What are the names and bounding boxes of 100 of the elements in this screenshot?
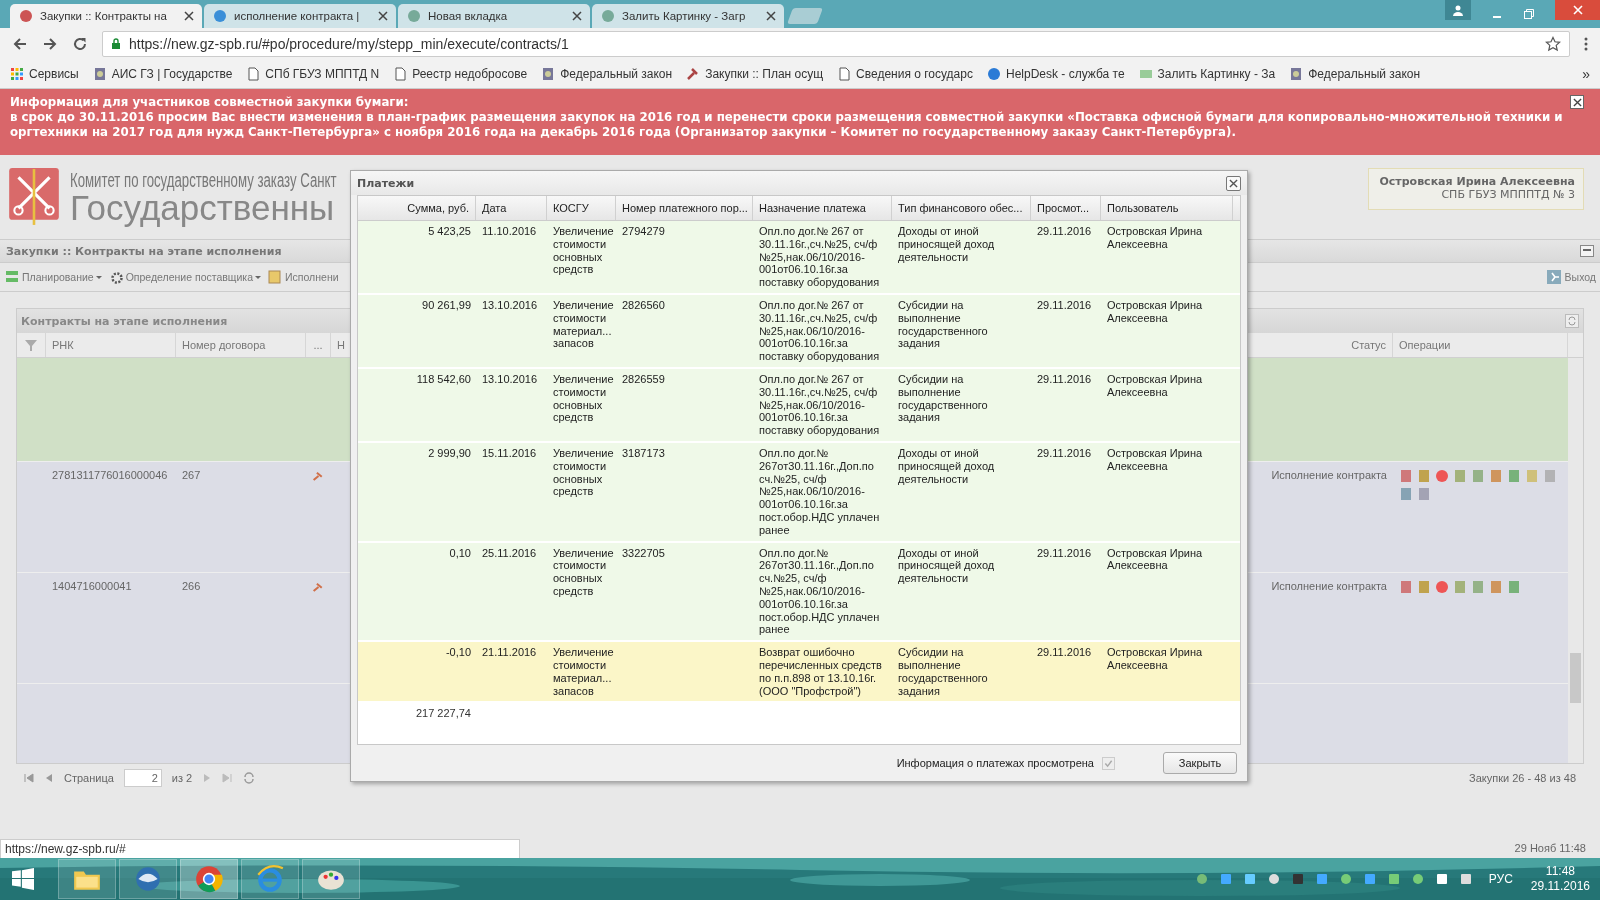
column-header[interactable]: Операции (1393, 333, 1568, 357)
address-field[interactable]: https://new.gz-spb.ru/#po/procedure/my/stepp_min/execute/contracts/1 (102, 31, 1570, 57)
app-logo-icon (194, 864, 224, 894)
circle-icon[interactable] (1435, 580, 1449, 594)
browser-tab[interactable]: Закупки :: Контракты на (10, 4, 202, 28)
profile-button[interactable] (1445, 0, 1471, 20)
column-header[interactable]: Статус (1271, 333, 1393, 357)
column-header[interactable]: Пользователь (1101, 196, 1233, 220)
input-language[interactable]: РУС (1488, 872, 1513, 886)
tray-icon[interactable] (1458, 872, 1473, 886)
bookmark[interactable]: АИС ГЗ | Государстве (92, 67, 233, 81)
browser-tab[interactable]: исполнение контракта | (204, 4, 396, 28)
refresh-icon[interactable] (242, 771, 257, 785)
document-icon[interactable] (1399, 469, 1413, 483)
close-button[interactable]: Закрыть (1163, 752, 1237, 774)
round-browser-icon[interactable] (180, 859, 238, 899)
table-row[interactable] (358, 542, 1240, 643)
tray-icon[interactable] (1386, 872, 1401, 886)
menu-item[interactable]: Исполнени (267, 269, 339, 285)
menu-item[interactable]: Определение поставщика (107, 269, 262, 285)
close-button[interactable] (1226, 175, 1241, 191)
reload-icon[interactable] (72, 36, 88, 52)
table-cell-text: 11.10.2016 (482, 225, 537, 239)
table-cell-text: Островская Ирина Алексеевна (1107, 446, 1204, 474)
table-row[interactable] (358, 221, 1240, 295)
table-row[interactable] (358, 642, 1240, 704)
table-cell-text: 25.11.2016 (482, 546, 537, 561)
close-window-button[interactable] (1555, 0, 1600, 20)
star-icon[interactable] (1545, 36, 1561, 52)
menu-icon[interactable] (1584, 36, 1588, 52)
bookmark[interactable]: Федеральный закон (1289, 67, 1421, 81)
close-icon (1571, 4, 1584, 16)
bookmark[interactable]: Закупки :: План осущ (686, 67, 824, 81)
user-organization: СПБ ГБУЗ МПППТД № 3 (1441, 188, 1575, 201)
more-bookmarks-button[interactable]: » (1582, 66, 1590, 82)
previous-page-icon[interactable] (44, 773, 54, 783)
bookmark[interactable]: Сервисы (10, 67, 79, 81)
column-header[interactable]: Сумма, руб. (358, 196, 476, 220)
page-number-field[interactable]: 2 (123, 769, 162, 787)
back-icon[interactable] (12, 36, 28, 52)
forward-icon[interactable] (42, 36, 58, 52)
bookmark[interactable]: Федеральный закон (541, 67, 673, 81)
close-icon[interactable] (378, 11, 388, 21)
restore-icon[interactable] (1523, 8, 1535, 20)
windows-start-icon[interactable] (12, 868, 34, 890)
bookmark[interactable]: Сведения о государс (837, 67, 973, 81)
circle-icon[interactable] (1435, 469, 1449, 483)
tray-icon[interactable] (1290, 872, 1305, 886)
scrollbar[interactable] (1568, 358, 1583, 763)
tray-icon[interactable] (1194, 872, 1209, 886)
column-header[interactable]: Номер договора (176, 333, 306, 357)
tray-icon[interactable] (1338, 872, 1353, 886)
browser-tab[interactable]: Новая вкладка (398, 4, 590, 28)
bookmark[interactable]: Залить Картинку - За (1138, 67, 1276, 81)
bookmark[interactable]: Реестр недобросове (393, 67, 528, 81)
column-header[interactable]: Тип финансового обес... (892, 196, 1031, 220)
table-row[interactable] (358, 442, 1240, 543)
page-count: из 2 (171, 772, 193, 784)
bird-globe-icon[interactable] (119, 859, 177, 899)
column-header[interactable]: Назначение платежа (753, 196, 892, 220)
table-cell-text: Островская Ирина Алексеевна (1107, 646, 1204, 673)
column-header[interactable]: РНК (46, 333, 176, 357)
close-icon[interactable] (184, 11, 194, 21)
table-row[interactable] (358, 295, 1240, 369)
column-header[interactable]: Номер платежного пор... (616, 196, 753, 220)
new-tab-button[interactable] (787, 8, 823, 24)
column-header[interactable]: Дата (476, 196, 547, 220)
page-icon[interactable] (1543, 469, 1557, 483)
column-header[interactable]: КОСГУ (547, 196, 616, 220)
tray-icon[interactable] (1410, 872, 1425, 886)
close-button[interactable] (1570, 95, 1584, 109)
tray-icon[interactable] (1362, 872, 1377, 886)
collapse-icon[interactable] (1580, 245, 1594, 257)
table-row[interactable] (358, 368, 1240, 443)
folder-icon[interactable] (58, 859, 116, 899)
palette-icon[interactable] (302, 859, 360, 899)
close-icon[interactable] (572, 11, 582, 21)
table-cell-text: 29.11.2016 (1037, 299, 1092, 313)
clock[interactable]: 11:48 29.11.2016 (1530, 864, 1590, 894)
refresh-icon[interactable] (1565, 314, 1579, 328)
letter-e-browser-icon[interactable] (241, 859, 299, 899)
bookmark[interactable]: HelpDesk - служба те (986, 67, 1125, 81)
last-page-icon[interactable] (222, 773, 233, 783)
document-icon[interactable] (1399, 580, 1413, 594)
logout-button[interactable]: Выход (1545, 269, 1596, 285)
bookmark[interactable]: СПб ГБУЗ МППТД N (246, 67, 380, 81)
tab-favicon-icon (600, 8, 616, 24)
column-header[interactable]: Просмот... (1031, 196, 1101, 220)
filter-icon[interactable] (24, 338, 38, 352)
tray-icon[interactable] (1218, 872, 1233, 886)
tray-icon[interactable] (1242, 872, 1257, 886)
viewed-checkbox[interactable] (1102, 756, 1115, 770)
close-icon[interactable] (766, 11, 776, 21)
tray-icon[interactable] (1434, 872, 1449, 886)
tray-icon[interactable] (1314, 872, 1329, 886)
menu-item[interactable]: Планирование (4, 269, 102, 285)
browser-tab[interactable]: Залить Картинку - Загр (592, 4, 784, 28)
tray-icon[interactable] (1266, 872, 1281, 886)
column-header[interactable]: ... (306, 333, 331, 357)
first-page-icon[interactable] (24, 773, 34, 783)
